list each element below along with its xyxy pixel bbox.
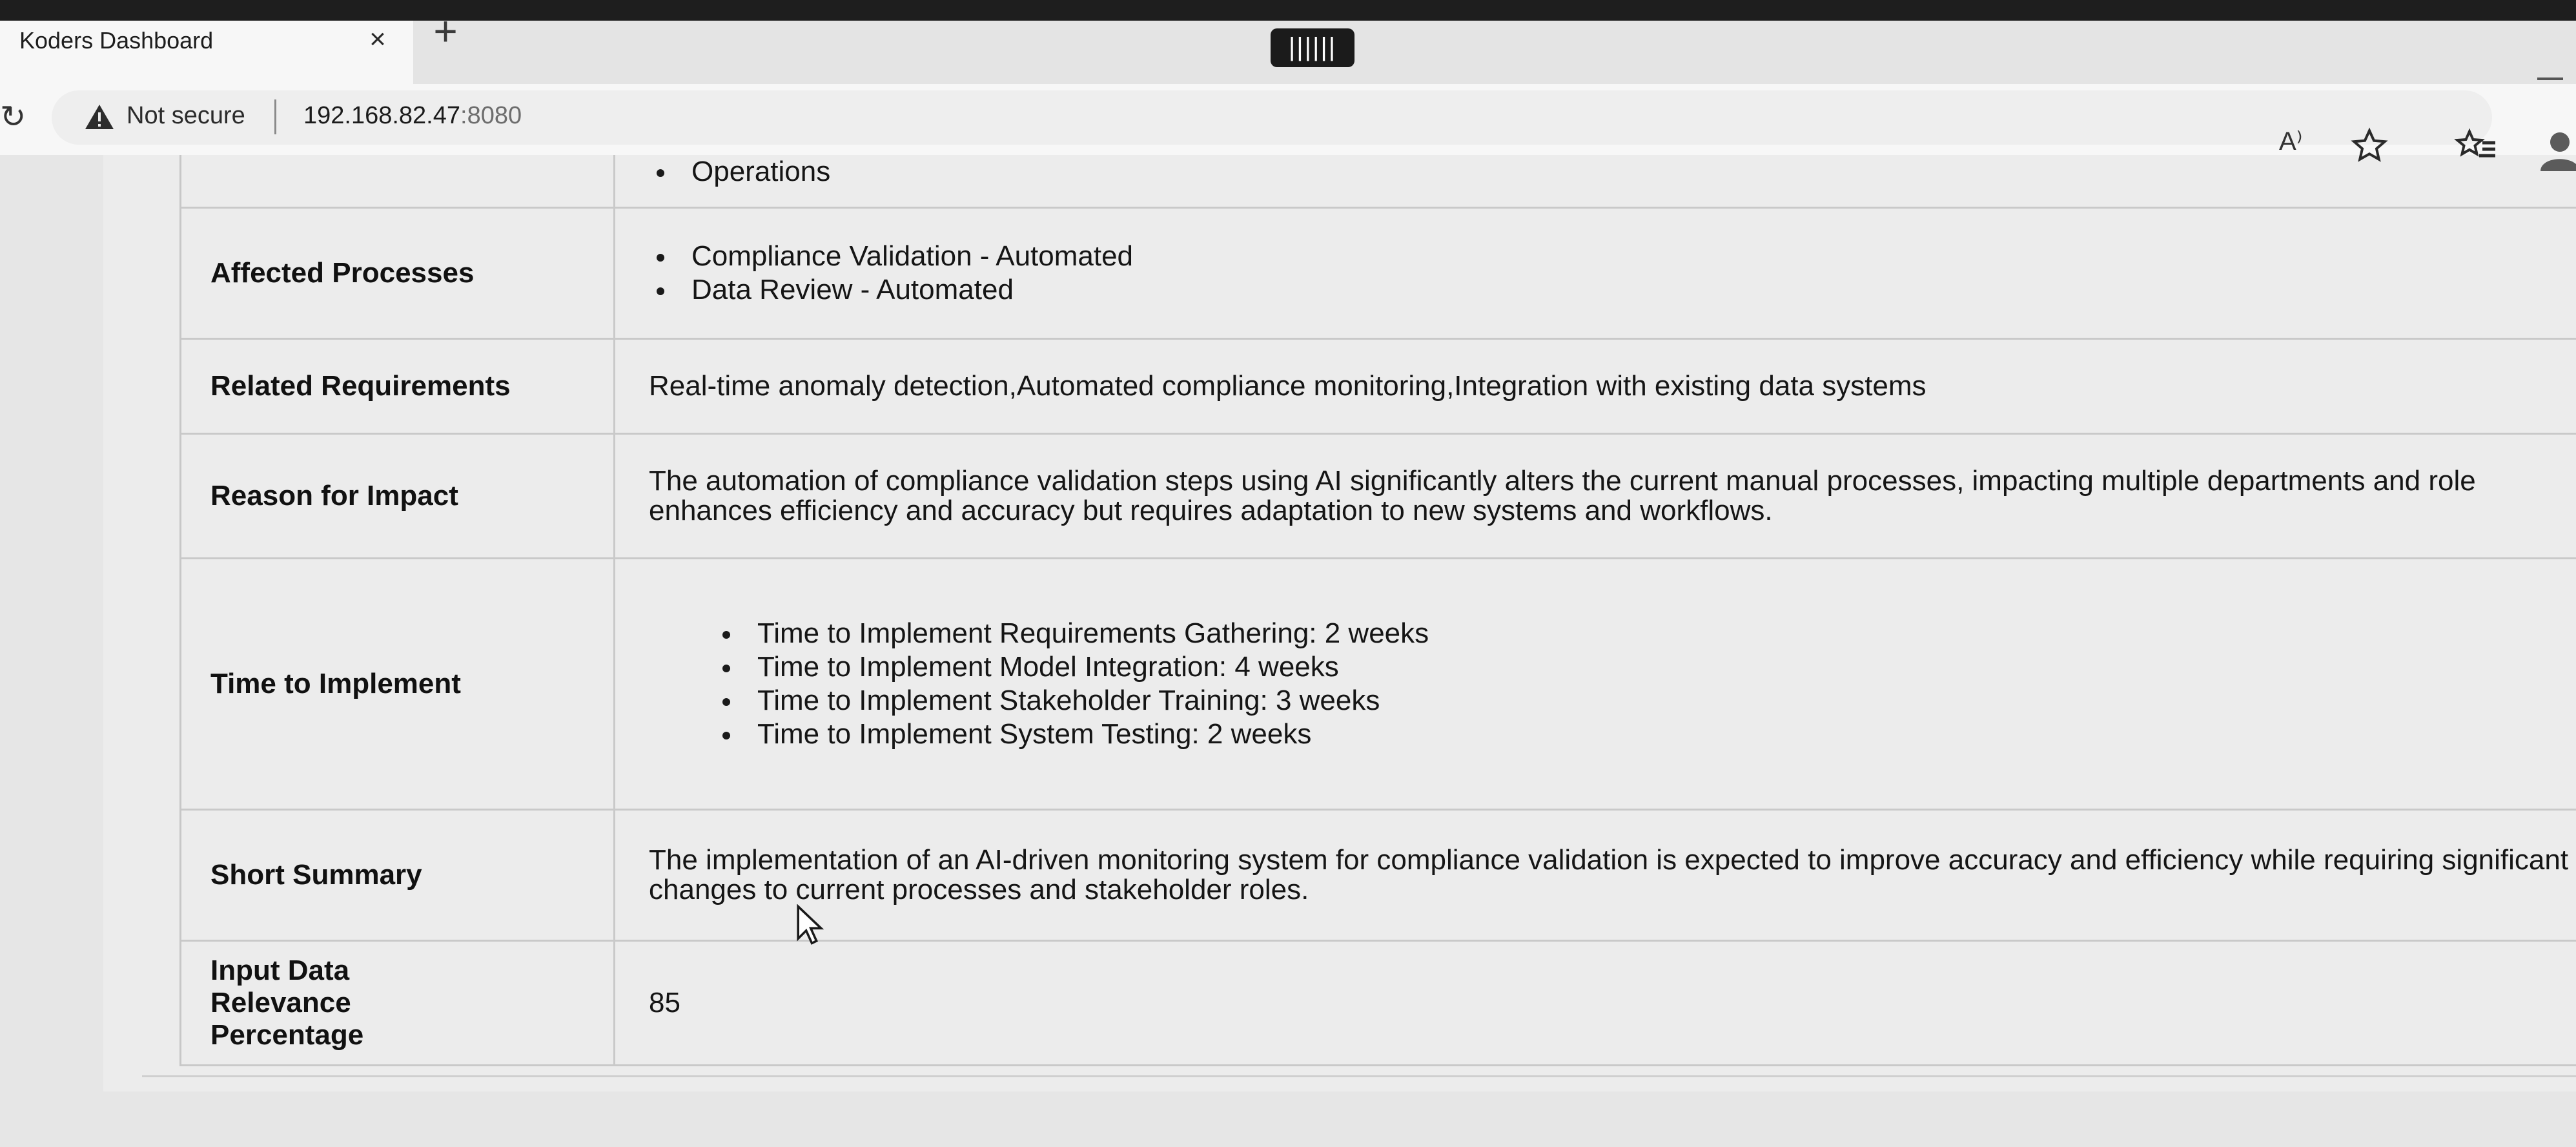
list-item: Operations — [649, 155, 830, 189]
security-label[interactable]: Not secure — [127, 102, 245, 130]
list-item: Time to Implement Model Integration: 4 w… — [649, 650, 1429, 684]
reload-icon[interactable]: ↻ — [0, 98, 26, 137]
list-item: Time to Implement Stakeholder Training: … — [649, 684, 1429, 718]
list-item: Data Review - Automated — [649, 273, 1133, 307]
row-label: Reason for Impact — [181, 435, 615, 557]
page-content: Operations Affected Processes Compliance… — [0, 155, 2576, 1147]
address-bar-row: ↻ Not secure 192.168.82.47:8080 — [0, 84, 2576, 155]
row-value: Time to Implement Requirements Gathering… — [615, 559, 2576, 809]
window-titlebar — [0, 0, 2576, 21]
close-tab-icon[interactable]: × — [362, 23, 394, 56]
drag-handle[interactable]: |||||| — [1271, 28, 1354, 67]
row-value: 85 — [649, 987, 680, 1018]
minimize-icon[interactable] — [2537, 78, 2563, 80]
read-aloud-icon[interactable]: A⁾ — [2279, 127, 2303, 156]
row-label: Short Summary — [181, 811, 615, 940]
divider — [142, 1075, 2576, 1077]
table-row: Operations — [181, 155, 2576, 209]
bullet-list: Compliance Validation - Automated Data R… — [649, 240, 1133, 307]
tab-title: Koders Dashboard — [19, 27, 214, 54]
row-value: The implementation of an AI-driven monit… — [615, 811, 2576, 940]
bullet-list: Time to Implement Requirements Gathering… — [649, 617, 1429, 751]
address-separator — [274, 99, 276, 134]
list-item: Time to Implement Requirements Gathering… — [649, 617, 1429, 650]
list-item: Time to Implement System Testing: 2 week… — [649, 718, 1429, 751]
table-row: Reason for Impact The automation of comp… — [181, 435, 2576, 559]
row-label: Input Data Relevance Percentage — [181, 942, 615, 1064]
mouse-pointer-icon — [797, 904, 824, 945]
url-text[interactable]: 192.168.82.47:8080 — [303, 102, 522, 130]
bullet-list: Operations — [649, 155, 830, 189]
url-host: 192.168.82.47 — [303, 102, 461, 129]
table-row: Affected Processes Compliance Validation… — [181, 209, 2576, 340]
table-row: Time to Implement Time to Implement Requ… — [181, 559, 2576, 811]
row-value: Operations — [615, 155, 2576, 207]
row-value: The automation of compliance validation … — [615, 435, 2576, 557]
row-value: Real-time anomaly detection,Automated co… — [649, 370, 1927, 402]
row-label: Affected Processes — [181, 209, 615, 338]
row-text: The automation of compliance validation … — [649, 465, 2476, 526]
row-value: Compliance Validation - Automated Data R… — [615, 209, 2576, 338]
url-port: :8080 — [460, 102, 522, 129]
table-row: Input Data Relevance Percentage 85 — [181, 942, 2576, 1066]
table-row: Short Summary The implementation of an A… — [181, 811, 2576, 942]
favorites-list-icon[interactable] — [2453, 127, 2499, 165]
details-table: Operations Affected Processes Compliance… — [179, 155, 2576, 1066]
address-bar[interactable]: Not secure 192.168.82.47:8080 — [52, 90, 2492, 145]
list-item: Compliance Validation - Automated — [649, 240, 1133, 273]
row-text: The implementation of an AI-driven monit… — [649, 844, 2569, 905]
star-outline-icon[interactable] — [2350, 127, 2389, 165]
row-label — [181, 155, 615, 207]
warning-icon[interactable] — [84, 102, 115, 133]
profile-icon[interactable] — [2537, 129, 2576, 174]
table-row: Related Requirements Real-time anomaly d… — [181, 340, 2576, 435]
row-label: Related Requirements — [181, 340, 615, 433]
row-label: Time to Implement — [181, 559, 615, 809]
